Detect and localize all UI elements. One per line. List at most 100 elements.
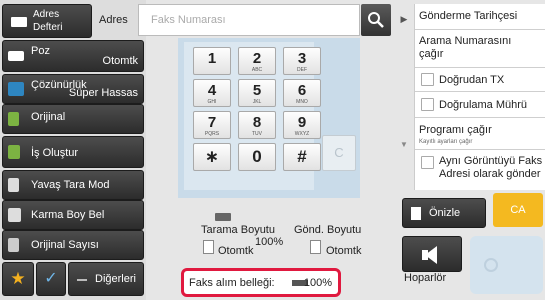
exposure-label: Poz <box>31 45 50 57</box>
key-6[interactable]: 6 MNO <box>283 79 321 107</box>
clear-button[interactable]: C <box>322 135 356 171</box>
fax-memory-value: 100% <box>303 277 332 289</box>
key-9-digit: 9 <box>297 114 307 131</box>
original-button[interactable]: Orijinal <box>2 104 144 134</box>
verify-stamp-checkbox[interactable] <box>421 98 434 111</box>
preview-label: Önizle <box>429 207 461 219</box>
exposure-value: Otomtk <box>102 55 138 67</box>
scan-size-value: Otomtk <box>218 245 254 257</box>
key-9-letters: WXYZ <box>294 131 310 137</box>
key-4-letters: GHI <box>207 99 217 105</box>
call-number-item[interactable]: Arama Numarasını çağır <box>415 30 545 68</box>
same-image-fax-item[interactable]: Aynı Görüntüyü Faks Adresi olarak gönder <box>415 150 545 190</box>
original-document-icon <box>203 240 214 254</box>
key-3-digit: 3 <box>297 50 307 67</box>
same-image-fax-checkbox[interactable] <box>421 156 434 169</box>
exposure-icon <box>8 51 24 61</box>
check-button[interactable]: ✓ <box>36 262 66 296</box>
program-call-sublabel: Kayıtlı ayarları çağır <box>419 139 473 145</box>
scroll-down-icon[interactable]: ▼ <box>400 140 408 149</box>
key-3-letters: DEF <box>297 67 307 73</box>
same-image-fax-label: Aynı Görüntüyü Faks Adresi olarak gönder <box>439 155 543 180</box>
send-size-label: Gönd. Boyutu <box>294 224 362 236</box>
key-8[interactable]: 8 TUV <box>238 111 276 139</box>
key-2[interactable]: 2 ABC <box>238 47 276 75</box>
key-4[interactable]: 4 GHI <box>193 79 231 107</box>
scan-size-label: Tarama Boyutu <box>201 224 275 236</box>
key-5[interactable]: 5 JKL <box>238 79 276 107</box>
address-book-button[interactable]: Adres Defteri <box>2 4 92 38</box>
job-build-button[interactable]: İş Oluştur <box>2 136 144 168</box>
send-history-item[interactable]: Gönderme Tarihçesi <box>415 4 545 30</box>
menu-dots-icon <box>77 279 87 281</box>
call-number-label: Arama Numarasını çağır <box>419 35 512 60</box>
resolution-button[interactable]: Çözünürlük Süper Hassas <box>2 74 144 104</box>
key-9[interactable]: 9 WXYZ <box>283 111 321 139</box>
direct-tx-item[interactable]: Doğrudan TX <box>415 68 545 92</box>
address-book-label: Adres Defteri <box>33 9 63 33</box>
resolution-value: Süper Hassas <box>68 87 138 99</box>
key-6-letters: MNO <box>296 99 308 105</box>
original-label: Orijinal <box>31 111 66 123</box>
key-1-digit: 1 <box>207 50 217 67</box>
original-count-button[interactable]: Orijinal Sayısı <box>2 230 144 260</box>
slow-scan-button[interactable]: Yavaş Tara Mod <box>2 170 144 200</box>
resolution-icon <box>8 82 24 96</box>
scanner-icon <box>215 213 231 221</box>
key-hash-symbol: # <box>297 147 307 166</box>
start-icon <box>484 258 498 272</box>
key-7[interactable]: 7 PQRS <box>193 111 231 139</box>
search-icon <box>368 12 384 28</box>
key-5-letters: JKL <box>252 99 262 105</box>
search-button[interactable] <box>361 4 391 36</box>
key-0-digit: 0 <box>252 147 262 166</box>
program-call-item[interactable]: Programı çağır Kayıtlı ayarları çağır <box>415 118 545 150</box>
original-count-label: Orijinal Sayısı <box>31 239 99 251</box>
key-6-digit: 6 <box>297 82 307 99</box>
key-2-digit: 2 <box>252 50 262 67</box>
ratio-value: 100% <box>255 236 284 248</box>
slow-scan-label: Yavaş Tara Mod <box>31 179 110 191</box>
key-4-digit: 4 <box>207 82 217 99</box>
speaker-button[interactable] <box>402 236 462 272</box>
send-size-value: Otomtk <box>326 245 362 257</box>
other-label: Diğerleri <box>95 273 136 285</box>
slow-scan-icon <box>8 178 19 192</box>
key-8-digit: 8 <box>252 114 262 131</box>
key-asterisk-symbol: ∗ <box>204 147 220 166</box>
key-0[interactable]: 0 <box>238 143 276 171</box>
key-2-letters: ABC <box>251 67 263 73</box>
speaker-label: Hoparlör <box>404 272 447 284</box>
send-document-icon <box>310 240 321 254</box>
exposure-button[interactable]: Poz Otomtk <box>2 40 144 72</box>
original-count-icon <box>8 238 19 252</box>
speaker-icon-cone <box>425 246 437 264</box>
ca-button[interactable]: CA <box>493 193 543 227</box>
job-build-label: İş Oluştur <box>31 147 79 159</box>
fax-number-input[interactable]: Faks Numarası <box>138 4 360 36</box>
key-hash[interactable]: # <box>283 143 321 171</box>
fax-memory-bar: Faks alım belleği: 100% <box>181 268 341 297</box>
verify-stamp-item[interactable]: Doğrulama Mührü <box>415 92 545 118</box>
original-icon <box>8 112 19 126</box>
mixed-size-icon <box>8 208 21 222</box>
favorites-button[interactable]: ★ <box>2 262 34 296</box>
direct-tx-checkbox[interactable] <box>421 73 434 86</box>
checkmark-icon: ✓ <box>44 270 58 287</box>
address-label: Adres <box>99 14 128 26</box>
key-asterisk[interactable]: ∗ <box>193 143 231 171</box>
panel-toggle-icon[interactable]: ▶ <box>398 12 410 26</box>
fax-number-placeholder: Faks Numarası <box>151 14 226 26</box>
program-call-label: Programı çağır <box>419 124 492 136</box>
key-8-letters: TUV <box>252 131 262 137</box>
preview-button[interactable]: Önizle <box>402 198 486 228</box>
other-button[interactable]: Diğerleri <box>68 262 144 296</box>
key-3[interactable]: 3 DEF <box>283 47 321 75</box>
star-icon: ★ <box>10 269 26 288</box>
send-history-label: Gönderme Tarihçesi <box>419 10 518 22</box>
mixed-size-label: Karma Boy Bel <box>31 209 105 221</box>
start-button[interactable] <box>470 236 543 294</box>
key-1[interactable]: 1 <box>193 47 231 75</box>
fax-memory-label: Faks alım belleği: <box>189 277 275 289</box>
mixed-size-button[interactable]: Karma Boy Bel <box>2 200 144 230</box>
